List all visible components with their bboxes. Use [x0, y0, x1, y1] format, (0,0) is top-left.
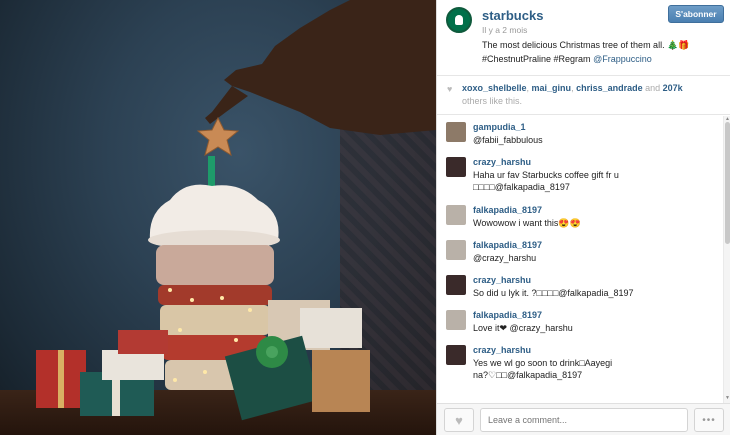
comment-item: falkapadia_8197 Love it❤ @crazy_harshu [437, 304, 723, 339]
heart-icon: ♥ [447, 84, 453, 94]
comment-item: crazy_harshu So did u lyk it. ?□□□□@falk… [437, 269, 723, 304]
caption-mention[interactable]: @Frappuccino [593, 54, 652, 64]
scroll-down-arrow-icon[interactable]: ▼ [725, 395, 730, 401]
commenter-avatar[interactable] [446, 275, 466, 295]
caption-tags: #ChestnutPraline #Regram [482, 54, 591, 64]
gift-gold [312, 350, 370, 412]
comment-text: So did u lyk it. ?□□□□@falkapadia_8197 [473, 288, 634, 298]
comments-list[interactable]: gampudia_1 @fabii_fabbulous crazy_harshu… [437, 116, 723, 403]
commenter-name[interactable]: falkapadia_8197 [473, 205, 542, 215]
and-text: and [642, 83, 663, 93]
post-side-panel: starbucks Il y a 2 mois S'abonner The mo… [436, 0, 730, 435]
liker-name[interactable]: xoxo_shelbelle [462, 83, 527, 93]
post-username[interactable]: starbucks [482, 8, 543, 23]
post-caption: The most delicious Christmas tree of the… [482, 38, 722, 66]
photo-illustration [36, 0, 436, 421]
more-options-button[interactable]: ••• [694, 408, 724, 432]
like-button[interactable]: ♥ [444, 408, 474, 432]
comments-scrollbar[interactable]: ▲ ▼ [723, 116, 730, 403]
post-photo[interactable] [0, 0, 436, 435]
commenter-name[interactable]: crazy_harshu [473, 275, 531, 285]
comment-input[interactable] [480, 408, 688, 432]
comment-item: falkapadia_8197 @crazy_harshu [437, 234, 723, 269]
comment-item: falkapadia_8197 Wowowow i want this😍😍 [437, 199, 723, 234]
commenter-avatar[interactable] [446, 310, 466, 330]
commenter-avatar[interactable] [446, 157, 466, 177]
likes-count[interactable]: 207k [663, 83, 683, 93]
commenter-avatar[interactable] [446, 122, 466, 142]
starbucks-logo-avatar[interactable] [446, 7, 472, 33]
commenter-avatar[interactable] [446, 205, 466, 225]
hand [224, 0, 436, 135]
commenter-avatar[interactable] [446, 240, 466, 260]
commenter-name[interactable]: falkapadia_8197 [473, 310, 542, 320]
comment-text-line2: na?♡□□@falkapadia_8197 [473, 370, 583, 380]
scroll-thumb[interactable] [725, 122, 730, 244]
caption-text: The most delicious Christmas tree of the… [482, 40, 690, 50]
liker-name[interactable]: mai_ginu [532, 83, 572, 93]
comment-text: Yes we wl go soon to drink□Aayegi [473, 358, 613, 368]
post-time: Il y a 2 mois [482, 25, 528, 35]
comment-text: Haha ur fav Starbucks coffee gift fr u [473, 170, 619, 180]
comment-text: Wowowow i want this😍😍 [473, 218, 581, 228]
commenter-avatar[interactable] [446, 345, 466, 365]
comment-text: Love it❤ @crazy_harshu [473, 323, 573, 333]
comment-text-line2: □□□□@falkapadia_8197 [473, 182, 570, 192]
finger [205, 86, 248, 124]
comment-text: @fabii_fabbulous [473, 135, 543, 145]
liker-name[interactable]: chriss_andrade [576, 83, 643, 93]
comment-item: crazy_harshu Haha ur fav Starbucks coffe… [437, 151, 723, 199]
frappuccino-cup [156, 245, 274, 285]
likes-suffix: others like this. [462, 96, 523, 106]
commenter-name[interactable]: falkapadia_8197 [473, 240, 542, 250]
comment-footer: ♥ ••• [437, 403, 730, 435]
commenter-name[interactable]: crazy_harshu [473, 157, 531, 167]
likes-section: ♥ xoxo_shelbelle, mai_ginu, chriss_andra… [437, 77, 730, 115]
post-header: starbucks Il y a 2 mois S'abonner The mo… [437, 0, 730, 76]
comment-text: @crazy_harshu [473, 253, 537, 263]
comment-item: gampudia_1 @fabii_fabbulous [437, 116, 723, 151]
comment-item: crazy_harshu Yes we wl go soon to drink□… [437, 339, 723, 387]
heart-icon: ♥ [455, 412, 463, 428]
likers-list: xoxo_shelbelle, mai_ginu, chriss_andrade… [462, 82, 722, 108]
follow-button[interactable]: S'abonner [668, 5, 724, 23]
commenter-name[interactable]: crazy_harshu [473, 345, 531, 355]
commenter-name[interactable]: gampudia_1 [473, 122, 526, 132]
star-topper [196, 116, 240, 157]
